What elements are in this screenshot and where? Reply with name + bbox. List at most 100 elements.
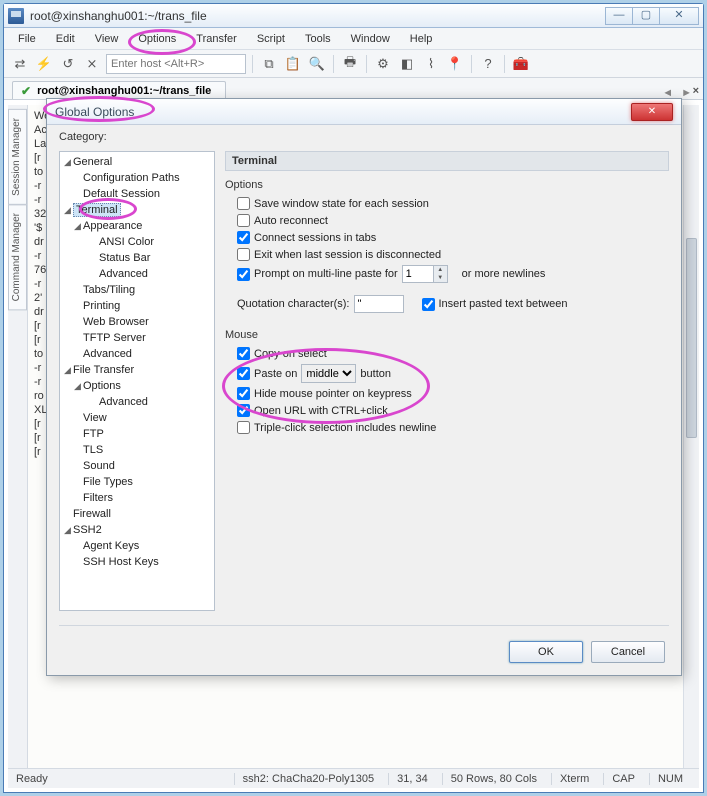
tree-item-ansi-color[interactable]: ANSI Color <box>60 234 214 250</box>
tree-item-filters[interactable]: Filters <box>60 490 214 506</box>
copy-on-select-label: Copy on select <box>254 348 327 360</box>
tree-item-advanced[interactable]: Advanced <box>60 266 214 282</box>
tree-item-ssh2[interactable]: ◢SSH2 <box>60 522 214 538</box>
paste-icon[interactable]: 📋 <box>283 54 303 74</box>
prompt-paste-checkbox[interactable] <box>237 268 250 281</box>
tree-item-appearance[interactable]: ◢Appearance <box>60 218 214 234</box>
category-tree[interactable]: ◢GeneralConfiguration PathsDefault Sessi… <box>59 151 215 611</box>
ok-button[interactable]: OK <box>509 641 583 663</box>
key-icon[interactable]: ⌇ <box>421 54 441 74</box>
settings-icon[interactable]: ⚙ <box>373 54 393 74</box>
tab-label: root@xinshanghu001:~/trans_file <box>37 85 211 97</box>
reconnect-icon[interactable]: ↺ <box>58 54 78 74</box>
session-tab[interactable]: ✔ root@xinshanghu001:~/trans_file × <box>12 81 226 99</box>
maximize-button[interactable]: ▢ <box>632 7 660 25</box>
status-ready: Ready <box>16 773 48 785</box>
connected-icon: ✔ <box>21 84 31 98</box>
menu-file[interactable]: File <box>10 31 44 47</box>
tab-close-icon[interactable]: × <box>693 85 699 97</box>
paste-on-select[interactable]: middle <box>301 364 356 383</box>
menu-view[interactable]: View <box>87 31 127 47</box>
tree-item-printing[interactable]: Printing <box>60 298 214 314</box>
tree-item-firewall[interactable]: Firewall <box>60 506 214 522</box>
tree-item-status-bar[interactable]: Status Bar <box>60 250 214 266</box>
prompt-paste-spinner[interactable]: ▲▼ <box>402 265 448 283</box>
save-state-checkbox[interactable] <box>237 197 250 210</box>
tab-strip: ✔ root@xinshanghu001:~/trans_file × ◄ ► <box>4 78 703 100</box>
host-input[interactable] <box>106 54 246 74</box>
menu-script[interactable]: Script <box>249 31 293 47</box>
appearance-icon[interactable]: ◧ <box>397 54 417 74</box>
sftp-icon[interactable]: 📍 <box>445 54 465 74</box>
auto-reconnect-checkbox[interactable] <box>237 214 250 227</box>
open-url-checkbox[interactable] <box>237 404 250 417</box>
close-button[interactable]: ✕ <box>659 7 699 25</box>
tree-item-general[interactable]: ◢General <box>60 154 214 170</box>
prompt-paste-suffix: or more newlines <box>462 268 546 280</box>
settings-pane: Terminal Options Save window state for e… <box>225 151 669 625</box>
insert-between-label: Insert pasted text between <box>439 298 568 310</box>
tree-item-default-session[interactable]: Default Session <box>60 186 214 202</box>
paste-on-checkbox[interactable] <box>237 367 250 380</box>
hide-pointer-checkbox[interactable] <box>237 387 250 400</box>
copy-icon[interactable]: ⧉ <box>259 54 279 74</box>
command-manager-tab[interactable]: Command Manager <box>8 204 27 310</box>
print-icon[interactable]: 🖶 <box>340 54 360 74</box>
dialog-close-button[interactable]: ✕ <box>631 103 673 121</box>
tree-item-ssh-host-keys[interactable]: SSH Host Keys <box>60 554 214 570</box>
tree-item-terminal[interactable]: ◢Terminal <box>60 202 214 218</box>
menu-tools[interactable]: Tools <box>297 31 339 47</box>
tree-item-configuration-paths[interactable]: Configuration Paths <box>60 170 214 186</box>
cancel-button[interactable]: Cancel <box>591 641 665 663</box>
tree-item-view[interactable]: View <box>60 410 214 426</box>
app-icon <box>8 8 24 24</box>
tree-item-agent-keys[interactable]: Agent Keys <box>60 538 214 554</box>
quotation-input[interactable] <box>354 295 404 313</box>
status-size: 50 Rows, 80 Cols <box>442 773 545 785</box>
prompt-paste-value[interactable] <box>403 266 433 282</box>
connect-tabs-checkbox[interactable] <box>237 231 250 244</box>
copy-on-select-checkbox[interactable] <box>237 347 250 360</box>
session-manager-tab[interactable]: Session Manager <box>8 109 27 205</box>
status-caps: CAP <box>603 773 643 785</box>
tree-item-advanced[interactable]: Advanced <box>60 394 214 410</box>
tools-icon[interactable]: 🧰 <box>511 54 531 74</box>
paste-on-label: Paste on <box>254 368 297 380</box>
menu-transfer[interactable]: Transfer <box>188 31 245 47</box>
tree-item-advanced[interactable]: Advanced <box>60 346 214 362</box>
disconnect-icon[interactable]: ⨯ <box>82 54 102 74</box>
menu-options[interactable]: Options <box>130 31 184 47</box>
quotation-label: Quotation character(s): <box>237 298 350 310</box>
tree-item-file-transfer[interactable]: ◢File Transfer <box>60 362 214 378</box>
tree-item-ftp[interactable]: FTP <box>60 426 214 442</box>
triple-click-checkbox[interactable] <box>237 421 250 434</box>
find-icon[interactable]: 🔍 <box>307 54 327 74</box>
scrollbar[interactable] <box>683 105 699 770</box>
quick-connect-icon[interactable]: ⚡ <box>34 54 54 74</box>
tree-item-file-types[interactable]: File Types <box>60 474 214 490</box>
menu-help[interactable]: Help <box>402 31 441 47</box>
help-icon[interactable]: ? <box>478 54 498 74</box>
tree-item-tftp-server[interactable]: TFTP Server <box>60 330 214 346</box>
status-bar: Ready ssh2: ChaCha20-Poly1305 31, 34 50 … <box>8 768 699 788</box>
exit-last-label: Exit when last session is disconnected <box>254 249 441 261</box>
tree-item-tabs-tiling[interactable]: Tabs/Tiling <box>60 282 214 298</box>
menu-edit[interactable]: Edit <box>48 31 83 47</box>
title-bar: root@xinshanghu001:~/trans_file — ▢ ✕ <box>4 4 703 28</box>
tree-item-options[interactable]: ◢Options <box>60 378 214 394</box>
options-group-label: Options <box>225 179 669 191</box>
tree-item-web-browser[interactable]: Web Browser <box>60 314 214 330</box>
triple-click-label: Triple-click selection includes newline <box>254 422 436 434</box>
tree-item-tls[interactable]: TLS <box>60 442 214 458</box>
tree-item-sound[interactable]: Sound <box>60 458 214 474</box>
menu-window[interactable]: Window <box>343 31 398 47</box>
save-state-label: Save window state for each session <box>254 198 429 210</box>
section-header: Terminal <box>225 151 669 171</box>
minimize-button[interactable]: — <box>605 7 633 25</box>
connect-icon[interactable]: ⇄ <box>10 54 30 74</box>
insert-between-checkbox[interactable] <box>422 298 435 311</box>
exit-last-checkbox[interactable] <box>237 248 250 261</box>
window-title: root@xinshanghu001:~/trans_file <box>30 9 606 23</box>
mouse-group-label: Mouse <box>225 329 669 341</box>
dialog-title: Global Options <box>55 105 631 119</box>
